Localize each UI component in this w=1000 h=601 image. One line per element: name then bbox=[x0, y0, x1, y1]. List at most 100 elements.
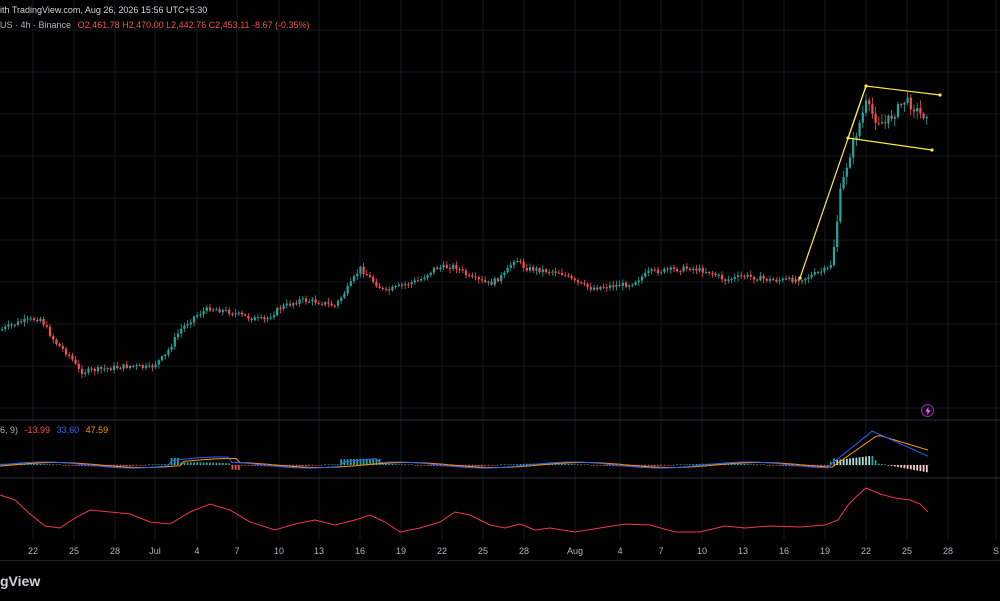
candle-body bbox=[64, 348, 68, 355]
candle-body bbox=[426, 275, 429, 278]
macd-histogram-bar bbox=[785, 465, 787, 467]
candle-body bbox=[445, 264, 448, 268]
candle-body bbox=[621, 282, 624, 287]
candle-body bbox=[327, 302, 330, 304]
candle-body bbox=[487, 281, 490, 283]
time-axis-tick: 13 bbox=[737, 546, 749, 556]
macd-histogram-bar bbox=[68, 465, 71, 466]
candle-body bbox=[154, 364, 157, 368]
macd-line bbox=[0, 430, 929, 469]
flag-pattern-line[interactable] bbox=[865, 85, 941, 96]
macd-histogram-bar bbox=[234, 465, 237, 470]
macd-histogram-bar bbox=[753, 464, 755, 465]
candle-body bbox=[631, 284, 634, 286]
macd-histogram-bar bbox=[589, 465, 592, 466]
macd-histogram-bar bbox=[250, 465, 253, 466]
candle-body bbox=[160, 356, 164, 361]
macd-histogram-bar bbox=[913, 465, 915, 470]
candle-body bbox=[538, 268, 541, 273]
candle-body bbox=[26, 318, 29, 320]
macd-histogram-bar bbox=[772, 465, 775, 466]
macd-histogram-bar bbox=[586, 464, 589, 465]
candle-body bbox=[532, 267, 535, 271]
macd-histogram-bar bbox=[324, 464, 327, 465]
time-axis-tick: 10 bbox=[273, 546, 285, 556]
macd-histogram-bar bbox=[666, 465, 669, 466]
candle-body bbox=[685, 266, 688, 269]
chart-canvas[interactable] bbox=[0, 0, 1000, 540]
drawing-anchor-point[interactable] bbox=[798, 276, 802, 280]
candle-body bbox=[39, 318, 42, 321]
macd-histogram-bar bbox=[346, 459, 349, 465]
candle-body bbox=[890, 115, 893, 119]
candle-body bbox=[756, 279, 759, 281]
candle-body bbox=[93, 369, 96, 372]
candle-body bbox=[637, 280, 640, 283]
macd-histogram-bar bbox=[228, 463, 231, 465]
candle-body bbox=[256, 317, 260, 319]
candle-body bbox=[500, 275, 503, 282]
candle-body bbox=[0, 329, 4, 331]
macd-histogram-bar bbox=[173, 457, 176, 465]
drawing-anchor-point[interactable] bbox=[930, 148, 934, 152]
candle-body bbox=[368, 275, 372, 278]
candle-body bbox=[813, 272, 816, 275]
candle-body bbox=[676, 268, 679, 272]
macd-histogram-bar bbox=[567, 463, 570, 465]
candle-body bbox=[87, 368, 90, 373]
macd-histogram-bar bbox=[58, 464, 61, 465]
time-axis-tick: 4 bbox=[617, 546, 623, 556]
candle-body bbox=[916, 108, 919, 112]
macd-histogram-bar bbox=[500, 464, 503, 465]
candle-body bbox=[484, 280, 487, 283]
drawing-anchor-point[interactable] bbox=[938, 93, 942, 97]
drawing-anchor-point[interactable] bbox=[846, 136, 850, 140]
footer-bar: gView bbox=[0, 560, 1000, 601]
macd-histogram-bar bbox=[423, 465, 426, 466]
candle-body bbox=[640, 276, 644, 281]
macd-histogram-bar bbox=[893, 465, 896, 467]
candle-body bbox=[308, 301, 311, 303]
candle-body bbox=[132, 365, 135, 367]
candle-body bbox=[455, 264, 458, 270]
candle-body bbox=[167, 349, 170, 355]
candle-body bbox=[100, 367, 103, 369]
candle-body bbox=[74, 359, 77, 364]
macd-histogram-bar bbox=[314, 465, 317, 466]
candle-body bbox=[896, 104, 900, 117]
lightning-bolt-icon[interactable] bbox=[921, 404, 934, 417]
macd-histogram-bar bbox=[349, 458, 352, 465]
time-axis-tick: S bbox=[992, 546, 1000, 556]
macd-histogram-bar bbox=[122, 465, 125, 467]
symbol-label: US · 4h · Binance bbox=[0, 20, 72, 30]
candle-body bbox=[282, 305, 285, 309]
time-axis[interactable]: 22 25 28 Jul 4 7 10 13 16 19 22 25 28 Aug 4 7 10 13 16 19 22… bbox=[0, 540, 1000, 560]
candle-body bbox=[746, 274, 749, 277]
candle-body bbox=[384, 288, 388, 290]
macd-histogram-bar bbox=[410, 464, 413, 465]
candle-body bbox=[503, 272, 506, 276]
candle-body bbox=[410, 282, 413, 285]
candle-body bbox=[820, 271, 823, 273]
flag-pattern-line[interactable] bbox=[847, 85, 867, 139]
macd-histogram-bar bbox=[209, 462, 211, 465]
macd-histogram-bar bbox=[33, 463, 35, 465]
candle-body bbox=[240, 312, 244, 315]
macd-histogram-bar bbox=[177, 457, 179, 465]
candle-body bbox=[877, 122, 880, 124]
macd-histogram-bar bbox=[647, 465, 650, 467]
candle-body bbox=[740, 275, 743, 277]
macd-histogram-bar bbox=[861, 456, 864, 465]
macd-histogram-bar bbox=[765, 465, 768, 466]
macd-histogram-bar bbox=[65, 465, 67, 466]
flag-pattern-line[interactable] bbox=[847, 137, 933, 151]
candle-body bbox=[752, 276, 756, 280]
drawing-anchor-point[interactable] bbox=[864, 84, 868, 88]
macd-histogram-bar bbox=[826, 465, 829, 467]
candle-body bbox=[775, 279, 778, 282]
macd-histogram-bar bbox=[337, 464, 339, 465]
candle-body bbox=[557, 272, 560, 274]
candle-body bbox=[340, 297, 343, 301]
macd-histogram-bar bbox=[519, 464, 522, 465]
candle-body bbox=[839, 188, 842, 222]
